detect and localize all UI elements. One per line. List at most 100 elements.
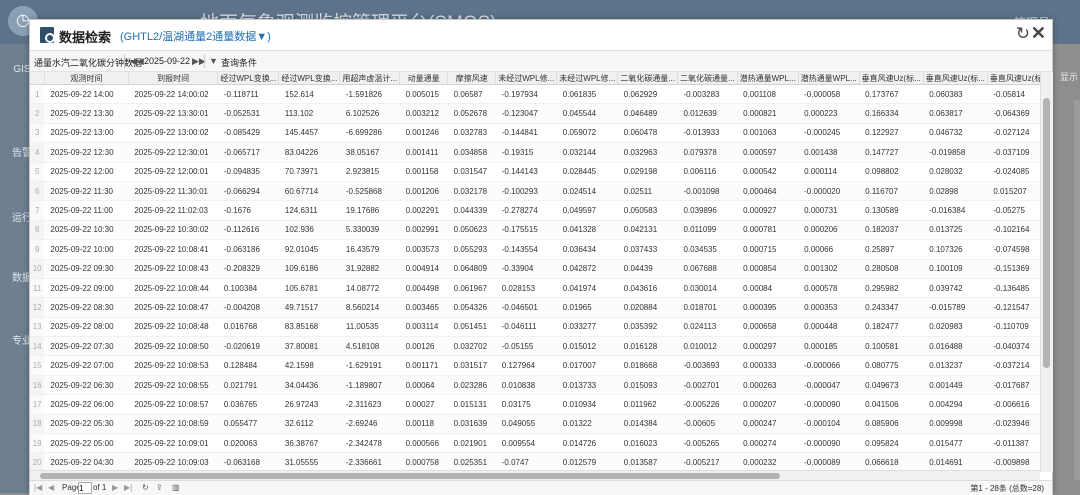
table-cell: 2025-09-22 08:00 [44, 317, 129, 338]
table-cell: 0.061835 [556, 84, 618, 105]
table-row[interactable]: 7 2025-09-22 11:00 2025-09-22 11:02:03 -0.1… [30, 200, 1052, 221]
table-cell: 0.166334 [859, 103, 924, 124]
table-cell: 0.000658 [737, 317, 799, 338]
table-cell: 83.85168 [278, 317, 340, 338]
table-cell: 11.00535 [339, 317, 400, 338]
table-row[interactable]: 5 2025-09-22 12:00 2025-09-22 12:00:01 -0.0… [30, 162, 1052, 182]
table-cell: 2025-09-22 07:30 [44, 336, 129, 357]
date-field[interactable]: 2025-09-22 [144, 56, 190, 66]
data-type-selector[interactable]: 通量水汽二氧化碳分钟数据 [34, 56, 142, 69]
table-cell: 0.011962 [617, 394, 678, 415]
close-icon[interactable]: ✕ [1031, 23, 1046, 44]
filter-icon: ▼ [209, 56, 218, 66]
vertical-scrollbar[interactable] [1040, 72, 1053, 472]
table-row[interactable]: 18 2025-09-22 05:30 2025-09-22 10:08:59 0.0… [30, 414, 1052, 435]
row-number: 12 [30, 297, 45, 318]
table-cell: 0.001449 [923, 375, 988, 396]
table-row[interactable]: 12 2025-09-22 08:30 2025-09-22 10:08:47 -0.… [30, 297, 1052, 318]
table-cell: 2025-09-22 07:00 [44, 355, 129, 376]
prev-page-icon[interactable]: ◀ [48, 483, 54, 492]
table-cell: -6.699286 [339, 123, 400, 144]
column-header[interactable]: 垂直风速Uz(标... [923, 72, 988, 85]
table-cell: 2025-09-22 09:00 [44, 278, 129, 299]
column-header[interactable]: 动量通量 [399, 72, 449, 85]
column-header[interactable]: 到报时间 [128, 72, 219, 85]
table-cell: -0.208329 [217, 259, 279, 279]
column-header[interactable]: 潜热通量WPL... [798, 72, 860, 85]
next-page-icon[interactable]: ▶ [112, 483, 118, 492]
row-number: 13 [30, 317, 45, 338]
table-cell: 2025-09-22 12:00 [44, 162, 129, 182]
column-header[interactable]: 二氧化碳通量... [617, 72, 678, 85]
column-header[interactable]: 用超声虚温计... [339, 72, 401, 85]
table-row[interactable]: 17 2025-09-22 06:00 2025-09-22 10:08:57 0.0… [30, 394, 1052, 415]
column-header[interactable]: 摩擦风速 [447, 72, 497, 85]
table-cell: -0.143554 [495, 239, 557, 260]
table-cell: 2025-09-22 11:02:03 [128, 200, 218, 221]
page-number-input[interactable] [78, 482, 92, 494]
table-cell: 0.04439 [617, 259, 678, 279]
table-cell: 0.130589 [859, 200, 924, 221]
table-cell: 0.003465 [399, 297, 448, 318]
prev-date-icon[interactable]: ◀◀ [130, 56, 144, 67]
table-cell: 2025-09-22 10:08:55 [128, 375, 218, 396]
column-header[interactable]: 经过WPL变换... [278, 72, 341, 85]
table-row[interactable]: 4 2025-09-22 12:30 2025-09-22 12:30:01 -0.0… [30, 142, 1052, 163]
table-cell: 113.102 [278, 103, 340, 124]
table-cell: 0.037433 [617, 239, 678, 260]
vertical-scroll-thumb[interactable] [1043, 98, 1050, 368]
table-row[interactable]: 16 2025-09-22 06:30 2025-09-22 10:08:55 0.0… [30, 375, 1052, 396]
filter-button[interactable]: 查询条件 [221, 56, 257, 69]
horizontal-scroll-thumb[interactable] [40, 473, 780, 479]
table-row[interactable]: 1 2025-09-22 14:00 2025-09-22 14:00:02 -0.1… [30, 84, 1052, 105]
table-cell: 4.518108 [339, 336, 400, 357]
table-row[interactable]: 3 2025-09-22 13:00 2025-09-22 13:00:02 -0.0… [30, 123, 1052, 144]
column-header[interactable]: 未经过WPL修... [495, 72, 558, 85]
table-cell: 2025-09-22 10:00 [44, 239, 129, 260]
first-page-icon[interactable]: |◀ [34, 483, 42, 492]
table-cell: 0.100109 [923, 259, 988, 279]
background-scrollbar[interactable] [1074, 100, 1080, 480]
table-cell: 0.009998 [923, 414, 988, 435]
column-header[interactable]: 观测时间 [44, 72, 129, 85]
table-cell: 124.6311 [278, 200, 340, 221]
table-row[interactable]: 13 2025-09-22 08:00 2025-09-22 10:08:48 0.0… [30, 317, 1052, 338]
table-row[interactable]: 11 2025-09-22 09:00 2025-09-22 10:08:44 0.1… [30, 278, 1052, 299]
table-cell: 2025-09-22 05:00 [44, 433, 129, 454]
station-selector[interactable]: (GHTL2/温湖通量2通量数据▼) [120, 28, 271, 44]
table-cell: 0.003114 [399, 317, 448, 338]
export-icon[interactable]: ⇪ [156, 483, 163, 492]
table-cell: 0.001206 [399, 181, 448, 202]
column-header[interactable]: 垂直风速Uz(标... [859, 72, 924, 85]
table-cell: 0.000297 [737, 336, 799, 357]
table-cell: 8.560214 [339, 297, 400, 318]
table-row[interactable]: 14 2025-09-22 07:30 2025-09-22 10:08:50 -0.… [30, 336, 1052, 357]
column-header[interactable]: 潜热通量WPL... [737, 72, 799, 85]
search-document-icon [40, 27, 55, 43]
table-cell: 2025-09-22 10:09:01 [128, 433, 218, 454]
last-page-icon[interactable]: ▶| [124, 483, 132, 492]
table-cell: 2025-09-22 08:30 [44, 297, 129, 318]
row-number: 8 [30, 220, 45, 241]
column-header[interactable]: 经过WPL变换... [217, 72, 280, 85]
table-cell: 0.010012 [677, 336, 738, 357]
refresh-page-icon[interactable]: ↻ [142, 483, 149, 492]
table-cell: 31.92882 [339, 259, 400, 279]
column-header[interactable]: 未经过WPL修... [556, 72, 619, 85]
table-row[interactable]: 8 2025-09-22 10:30 2025-09-22 10:30:02 -0.1… [30, 220, 1052, 241]
table-row[interactable]: 10 2025-09-22 09:30 2025-09-22 10:08:43 -0.… [30, 259, 1052, 279]
row-number: 2 [30, 103, 45, 124]
table-cell: 0.00126 [399, 336, 448, 357]
table-cell: 0.00118 [399, 414, 448, 435]
column-header[interactable]: 二氧化碳通量... [677, 72, 738, 85]
table-row[interactable]: 9 2025-09-22 10:00 2025-09-22 10:08:41 -0.0… [30, 239, 1052, 260]
table-row[interactable]: 19 2025-09-22 05:00 2025-09-22 10:09:01 0.0… [30, 433, 1052, 454]
table-cell: 0.002991 [399, 220, 448, 241]
table-cell: 0.001438 [798, 142, 860, 163]
refresh-icon[interactable]: ↻ [1016, 24, 1030, 44]
table-row[interactable]: 6 2025-09-22 11:30 2025-09-22 11:30:01 -0.0… [30, 181, 1052, 202]
table-row[interactable]: 15 2025-09-22 07:00 2025-09-22 10:08:53 0.1… [30, 355, 1052, 376]
columns-icon[interactable]: ▥ [172, 483, 180, 492]
table-cell: 0.000597 [737, 142, 799, 163]
table-row[interactable]: 2 2025-09-22 13:30 2025-09-22 13:30:01 -0.0… [30, 103, 1052, 124]
